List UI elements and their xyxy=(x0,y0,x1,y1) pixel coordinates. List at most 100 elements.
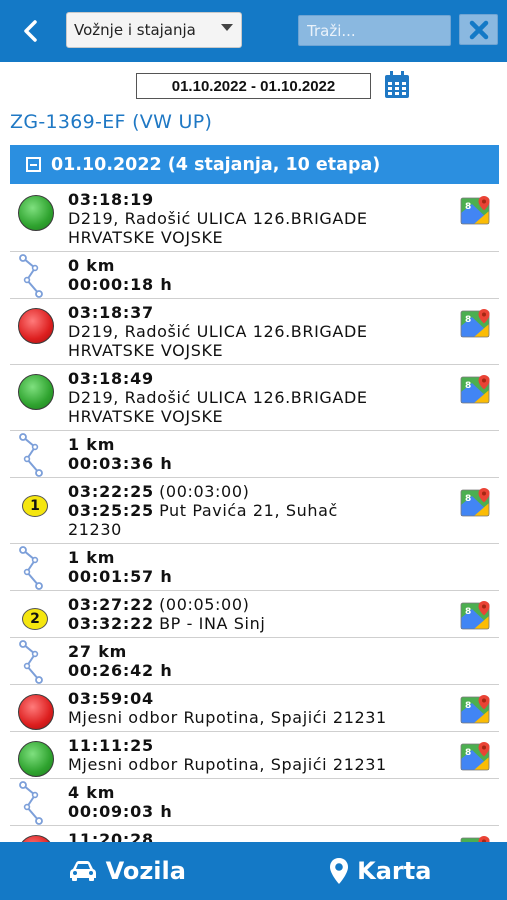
stop-duration: (00:05:00) xyxy=(159,595,250,614)
svg-text:8: 8 xyxy=(465,607,471,617)
row-line: 11:20:28 xyxy=(68,830,443,842)
badge-number: 1 xyxy=(22,495,48,517)
date-range-field[interactable]: 01.10.2022 - 01.10.2022 xyxy=(136,73,371,99)
stop-row[interactable]: 03:59:04 Mjesni odbor Rupotina, Spajići 2… xyxy=(10,685,499,732)
event-address: D219, Radošić ULICA 126.BRIGADE xyxy=(68,322,368,341)
row-line: 21230 xyxy=(68,520,443,539)
trip-segment-row[interactable]: 0 km 00:00:18 h xyxy=(10,252,499,299)
row-line: HRVATSKE VOJSKE xyxy=(68,341,443,360)
google-maps-icon[interactable]: 8 xyxy=(460,741,492,775)
stop-row[interactable]: 03:18:37 D219, Radošić ULICA 126.BRIGADE H… xyxy=(10,299,499,365)
filter-select-value: Vožnje i stajanja xyxy=(74,21,196,39)
row-line: 00:03:36 h xyxy=(68,454,443,473)
red-dot-icon xyxy=(18,308,54,344)
dropdown-arrow-icon xyxy=(221,24,233,31)
row-line: 03:18:37 xyxy=(68,303,443,322)
google-maps-icon[interactable]: 8 xyxy=(460,195,492,229)
map-label: Karta xyxy=(357,857,432,885)
segment-distance: 1 km xyxy=(68,548,116,567)
row-line: 03:18:49 xyxy=(68,369,443,388)
back-button[interactable] xyxy=(14,16,46,46)
trip-segment-row[interactable]: 4 km 00:09:03 h xyxy=(10,779,499,826)
route-icon xyxy=(18,433,44,481)
event-address-cont: HRVATSKE VOJSKE xyxy=(68,341,224,360)
route-icon xyxy=(18,546,44,594)
stop-row[interactable]: 03:18:19 D219, Radošić ULICA 126.BRIGADE H… xyxy=(10,186,499,252)
trip-segment-row[interactable]: 1 km 00:01:57 h xyxy=(10,544,499,591)
vehicles-button[interactable]: Vozila xyxy=(0,842,254,900)
chevron-left-icon xyxy=(24,20,37,42)
row-line: 0 km xyxy=(68,256,443,275)
row-line: 1 km xyxy=(68,435,443,454)
event-address: D219, Radošić ULICA 126.BRIGADE xyxy=(68,209,368,228)
green-dot-icon xyxy=(18,195,54,231)
stop-address: BP - INA Sinj xyxy=(159,614,266,633)
stop-row[interactable]: 03:18:49 D219, Radošić ULICA 126.BRIGADE H… xyxy=(10,365,499,431)
google-maps-icon[interactable]: 8 xyxy=(460,374,492,408)
vehicle-title[interactable]: ZG-1369-EF (VW UP) xyxy=(10,111,212,133)
google-maps-icon[interactable]: 8 xyxy=(460,308,492,342)
svg-text:8: 8 xyxy=(465,381,471,391)
map-button[interactable]: Karta xyxy=(254,842,507,900)
filter-select[interactable]: Vožnje i stajanja xyxy=(66,12,242,48)
event-address: Mjesni odbor Rupotina, Spajići 21231 xyxy=(68,755,387,774)
row-line: 03:25:25 Put Pavića 21, Suhač xyxy=(68,501,443,520)
collapse-icon[interactable] xyxy=(26,157,41,172)
stop-status-icon xyxy=(18,835,54,842)
event-address-cont: HRVATSKE VOJSKE xyxy=(68,407,224,426)
svg-text:8: 8 xyxy=(465,494,471,504)
stop-row[interactable]: 1 03:22:25 (00:03:00) 03:25:25 Put Pavića … xyxy=(10,478,499,544)
event-time: 03:59:04 xyxy=(68,689,154,708)
stop-status-icon xyxy=(18,694,54,730)
row-line: 03:27:22 (00:05:00) xyxy=(68,595,443,614)
map-marker-icon xyxy=(330,858,349,884)
search-input[interactable] xyxy=(298,15,451,46)
badge-number: 2 xyxy=(22,608,48,630)
row-line: Mjesni odbor Rupotina, Spajići 21231 xyxy=(68,708,443,727)
stop-start-time: 03:22:25 xyxy=(68,482,154,501)
segment-distance: 0 km xyxy=(68,256,116,275)
clear-search-button[interactable] xyxy=(459,14,498,45)
row-line: HRVATSKE VOJSKE xyxy=(68,228,443,247)
route-icon xyxy=(18,781,44,829)
row-line: 00:00:18 h xyxy=(68,275,443,294)
google-maps-icon[interactable]: 8 xyxy=(460,487,492,521)
stop-row[interactable]: 2 03:27:22 (00:05:00) 03:32:22 BP - INA Si… xyxy=(10,591,499,638)
google-maps-icon[interactable]: 8 xyxy=(460,835,492,842)
vehicles-label: Vozila xyxy=(105,857,186,885)
segment-duration: 00:01:57 h xyxy=(68,567,173,586)
segment-duration: 00:26:42 h xyxy=(68,661,173,680)
start-status-icon xyxy=(18,741,54,777)
row-line: 03:22:25 (00:03:00) xyxy=(68,482,443,501)
event-time: 03:18:19 xyxy=(68,190,154,209)
red-dot-icon xyxy=(18,694,54,730)
svg-text:8: 8 xyxy=(465,202,471,212)
row-line: D219, Radošić ULICA 126.BRIGADE xyxy=(68,388,443,407)
car-icon xyxy=(69,861,96,881)
google-maps-icon[interactable]: 8 xyxy=(460,600,492,634)
trip-segment-row[interactable]: 27 km 00:26:42 h xyxy=(10,638,499,685)
google-maps-icon[interactable]: 8 xyxy=(460,694,492,728)
red-dot-icon xyxy=(18,835,54,842)
segment-duration: 00:03:36 h xyxy=(68,454,173,473)
row-line: D219, Radošić ULICA 126.BRIGADE xyxy=(68,322,443,341)
row-line: 00:09:03 h xyxy=(68,802,443,821)
row-line: 11:11:25 xyxy=(68,736,443,755)
stop-address-cont: 21230 xyxy=(68,520,122,539)
event-address: D219, Radošić ULICA 126.BRIGADE xyxy=(68,388,368,407)
top-bar: Vožnje i stajanja xyxy=(0,0,507,62)
stop-row[interactable]: 11:11:25 Mjesni odbor Rupotina, Spajići 2… xyxy=(10,732,499,779)
row-line: 00:01:57 h xyxy=(68,567,443,586)
segment-duration: 00:00:18 h xyxy=(68,275,173,294)
trip-segment-row[interactable]: 1 km 00:03:36 h xyxy=(10,431,499,478)
day-group-header[interactable]: 01.10.2022 (4 stajanja, 10 etapa) xyxy=(10,145,499,184)
calendar-icon[interactable] xyxy=(384,71,410,99)
event-address-cont: HRVATSKE VOJSKE xyxy=(68,228,224,247)
row-line: D219, Radošić ULICA 126.BRIGADE xyxy=(68,209,443,228)
stop-row[interactable]: 11:20:28 8 xyxy=(10,826,499,842)
segment-duration: 00:09:03 h xyxy=(68,802,173,821)
day-group-label: 01.10.2022 (4 stajanja, 10 etapa) xyxy=(51,154,381,175)
event-time: 03:18:49 xyxy=(68,369,154,388)
row-line: 27 km xyxy=(68,642,443,661)
svg-text:8: 8 xyxy=(465,315,471,325)
